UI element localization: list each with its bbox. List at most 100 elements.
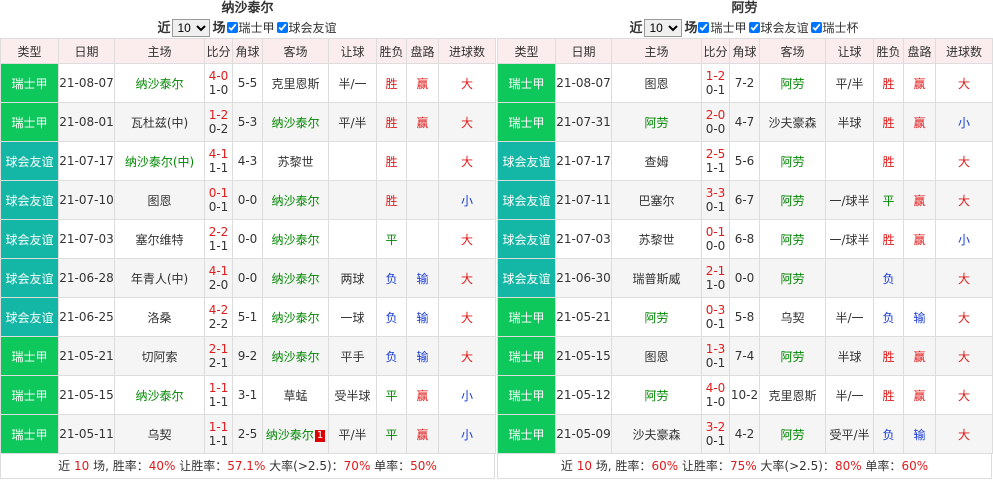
competition-type[interactable]: 瑞士甲 [497, 375, 556, 415]
match-row: 瑞士甲 21-05-21 阿劳 0-3 0-1 5-8 乌契 半/一负输大 [497, 297, 993, 337]
half-time-score: 2-0 [208, 278, 229, 292]
home-team[interactable]: 苏黎世 [611, 219, 702, 259]
competition-type[interactable]: 球会友谊 [0, 258, 59, 298]
away-team[interactable]: 阿劳 [759, 180, 826, 220]
corners: 2-5 [232, 414, 263, 454]
match-score[interactable]: 1-1 1-1 [204, 414, 233, 454]
match-score[interactable]: 0-1 0-1 [204, 180, 233, 220]
match-count-select[interactable]: 10 [172, 19, 211, 37]
away-team[interactable]: 纳沙泰尔 [262, 336, 329, 376]
away-team[interactable]: 阿劳 [759, 258, 826, 298]
match-score[interactable]: 2-1 1-0 [701, 258, 730, 298]
home-team[interactable]: 阿劳 [611, 375, 702, 415]
home-team[interactable]: 纳沙泰尔 [114, 63, 205, 103]
home-team[interactable]: 乌契 [114, 414, 205, 454]
home-team[interactable]: 切阿索 [114, 336, 205, 376]
competition-type[interactable]: 瑞士甲 [497, 414, 556, 454]
away-team[interactable]: 阿劳 [759, 63, 826, 103]
match-score[interactable]: 3-3 0-1 [701, 180, 730, 220]
match-score[interactable]: 4-2 2-2 [204, 297, 233, 337]
away-team[interactable]: 纳沙泰尔 [262, 258, 329, 298]
match-score[interactable]: 2-5 1-1 [701, 141, 730, 181]
competition-type[interactable]: 瑞士甲 [0, 375, 59, 415]
match-score[interactable]: 0-1 0-0 [701, 219, 730, 259]
home-team[interactable]: 纳沙泰尔(中) [114, 141, 205, 181]
match-score[interactable]: 2-1 2-1 [204, 336, 233, 376]
competition-type[interactable]: 球会友谊 [0, 297, 59, 337]
competition-checkbox[interactable] [226, 22, 238, 33]
competition-type[interactable]: 球会友谊 [497, 180, 556, 220]
competition-type[interactable]: 球会友谊 [497, 258, 556, 298]
match-score[interactable]: 1-2 0-2 [204, 102, 233, 142]
goals-over-under: 大 [935, 375, 993, 415]
competition-checkbox[interactable] [276, 22, 288, 33]
match-score[interactable]: 4-1 1-1 [204, 141, 233, 181]
competition-type[interactable]: 瑞士甲 [0, 102, 59, 142]
away-team[interactable]: 乌契 [759, 297, 826, 337]
competition-filter[interactable]: 球会友谊 [276, 21, 337, 35]
match-score[interactable]: 4-0 1-0 [204, 63, 233, 103]
competition-filter[interactable]: 瑞士甲 [698, 21, 747, 35]
match-score[interactable]: 0-3 0-1 [701, 297, 730, 337]
away-team[interactable]: 苏黎世 [262, 141, 329, 181]
home-team[interactable]: 洛桑 [114, 297, 205, 337]
away-team[interactable]: 阿劳 [759, 219, 826, 259]
competition-type[interactable]: 瑞士甲 [497, 297, 556, 337]
competition-filter[interactable]: 球会友谊 [748, 21, 809, 35]
competition-type[interactable]: 球会友谊 [0, 180, 59, 220]
competition-filter[interactable]: 瑞士杯 [810, 21, 859, 35]
away-team[interactable]: 纳沙泰尔 [262, 219, 329, 259]
match-score[interactable]: 1-2 0-1 [701, 63, 730, 103]
match-score[interactable]: 2-0 0-0 [701, 102, 730, 142]
home-team[interactable]: 沙夫豪森 [611, 414, 702, 454]
away-team[interactable]: 纳沙泰尔 [262, 102, 329, 142]
competition-checkbox[interactable] [810, 22, 822, 33]
home-team[interactable]: 巴塞尔 [611, 180, 702, 220]
away-team[interactable]: 草蜢 [262, 375, 329, 415]
competition-type[interactable]: 瑞士甲 [497, 336, 556, 376]
away-team[interactable]: 克里恩斯 [262, 63, 329, 103]
half-time-score: 0-1 [705, 356, 726, 370]
away-team[interactable]: 克里恩斯 [759, 375, 826, 415]
away-team[interactable]: 阿劳 [759, 336, 826, 376]
away-team[interactable]: 沙夫豪森 [759, 102, 826, 142]
competition-checkbox[interactable] [698, 22, 710, 33]
match-row: 球会友谊 21-07-11 巴塞尔 3-3 0-1 6-7 阿劳 一/球半平赢大 [497, 180, 993, 220]
summary-count: 10 [73, 459, 90, 473]
away-team[interactable]: 纳沙泰尔 [262, 180, 329, 220]
competition-type[interactable]: 瑞士甲 [497, 63, 556, 103]
match-score[interactable]: 1-3 0-1 [701, 336, 730, 376]
away-team[interactable]: 纳沙泰尔 [262, 297, 329, 337]
competition-type[interactable]: 瑞士甲 [0, 63, 59, 103]
home-team[interactable]: 阿劳 [611, 297, 702, 337]
home-team[interactable]: 年青人(中) [114, 258, 205, 298]
competition-type[interactable]: 瑞士甲 [497, 102, 556, 142]
competition-type[interactable]: 瑞士甲 [0, 336, 59, 376]
home-team[interactable]: 图恩 [114, 180, 205, 220]
match-score[interactable]: 3-2 0-1 [701, 414, 730, 454]
competition-type[interactable]: 球会友谊 [497, 141, 556, 181]
match-score[interactable]: 1-1 1-1 [204, 375, 233, 415]
home-team[interactable]: 阿劳 [611, 102, 702, 142]
match-count-select[interactable]: 10 [644, 19, 683, 37]
competition-type[interactable]: 球会友谊 [0, 141, 59, 181]
competition-checkbox[interactable] [748, 22, 760, 33]
competition-type[interactable]: 瑞士甲 [0, 414, 59, 454]
home-team[interactable]: 瑞普斯威 [611, 258, 702, 298]
competition-type[interactable]: 球会友谊 [497, 219, 556, 259]
match-score[interactable]: 2-2 1-1 [204, 219, 233, 259]
away-team[interactable]: 纳沙泰尔 1 [262, 414, 329, 454]
home-team[interactable]: 纳沙泰尔 [114, 375, 205, 415]
away-team[interactable]: 阿劳 [759, 414, 826, 454]
competition-type[interactable]: 球会友谊 [0, 219, 59, 259]
home-team[interactable]: 图恩 [611, 336, 702, 376]
home-team[interactable]: 查姆 [611, 141, 702, 181]
competition-filter[interactable]: 瑞士甲 [226, 21, 275, 35]
goals-over-under: 大 [935, 336, 993, 376]
home-team[interactable]: 瓦杜兹(中) [114, 102, 205, 142]
home-team[interactable]: 塞尔维特 [114, 219, 205, 259]
home-team[interactable]: 图恩 [611, 63, 702, 103]
match-score[interactable]: 4-0 1-0 [701, 375, 730, 415]
match-score[interactable]: 4-1 2-0 [204, 258, 233, 298]
away-team[interactable]: 阿劳 [759, 141, 826, 181]
